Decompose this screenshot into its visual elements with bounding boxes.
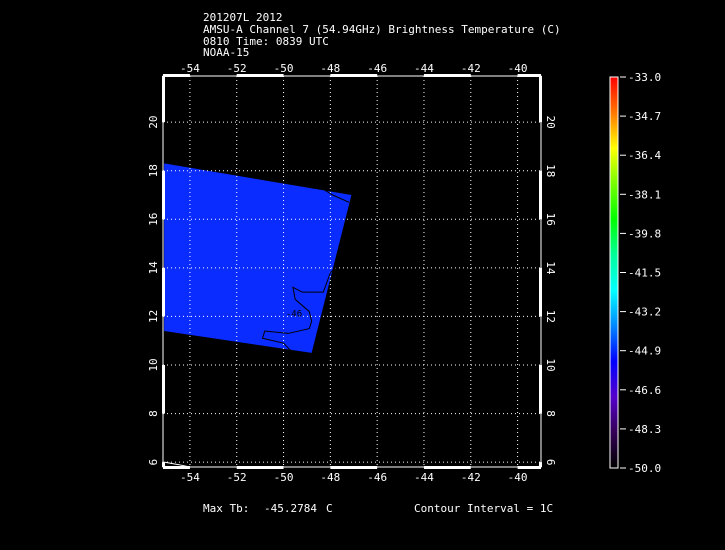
- y-tick-label-right: 6: [544, 459, 557, 466]
- x-tick-label-top: -46: [367, 62, 387, 75]
- colorbar-label: -46.6: [628, 384, 661, 397]
- axis-bar-bottom: [423, 466, 471, 469]
- colorbar-label: -36.4: [628, 149, 661, 162]
- x-tick-label-top: -52: [227, 62, 247, 75]
- x-tick-label-bottom: -40: [508, 471, 528, 484]
- axis-bar-bottom: [330, 466, 378, 469]
- colorbar-label: -43.2: [628, 306, 661, 319]
- y-tick-label-left: 6: [147, 459, 160, 466]
- x-tick-label-bottom: -46: [367, 471, 387, 484]
- y-tick-label-left: 10: [147, 358, 160, 371]
- y-tick-label-right: 18: [544, 164, 557, 177]
- x-tick-label-top: -48: [320, 62, 340, 75]
- y-tick-label-left: 16: [147, 213, 160, 226]
- x-tick-label-top: -40: [508, 62, 528, 75]
- axis-bar-bottom: [236, 466, 284, 469]
- axis-bar-left: [162, 267, 165, 317]
- colorbar-label: -38.1: [628, 188, 661, 201]
- axis-bar-left: [162, 170, 165, 220]
- axis-bar-right: [539, 170, 542, 220]
- y-tick-label-left: 12: [147, 310, 160, 323]
- colorbar-label: -33.0: [628, 71, 661, 84]
- y-tick-label-right: 14: [544, 261, 557, 275]
- axis-bar-right: [539, 267, 542, 317]
- y-tick-label-right: 12: [544, 310, 557, 323]
- axis-bar-bottom: [517, 466, 541, 469]
- y-tick-label-right: 8: [544, 410, 557, 417]
- colorbar-label: -50.0: [628, 462, 661, 475]
- x-tick-label-bottom: -52: [227, 471, 247, 484]
- axis-bar-left: [162, 365, 165, 414]
- axis-bar-right: [539, 365, 542, 414]
- y-tick-label-left: 18: [147, 164, 160, 177]
- max-tb-label: Max Tb:: [203, 502, 250, 515]
- colorbar: [609, 76, 619, 469]
- axis-bar-bottom: [163, 466, 190, 469]
- contour-interval: Contour Interval = 1C: [414, 502, 554, 515]
- y-tick-label-left: 14: [147, 261, 160, 275]
- y-tick-label-right: 10: [544, 358, 557, 371]
- y-tick-label-right: 16: [544, 213, 557, 226]
- map-plot: -46 -54 -54 -52 -52 -50 -50 -48 -48 -46 -46 -44 -44 -…: [147, 62, 661, 484]
- x-tick-label-top: -50: [274, 62, 294, 75]
- x-tick-label-bottom: -50: [274, 471, 294, 484]
- x-tick-label-top: -44: [414, 62, 434, 75]
- colorbar-label: -41.5: [628, 267, 661, 280]
- axis-bar-right: [539, 462, 542, 467]
- y-tick-label-left: 8: [147, 410, 160, 417]
- y-tick-label-right: 20: [544, 116, 557, 129]
- axis-bar-right: [539, 76, 542, 123]
- data-swath: [164, 163, 352, 353]
- axis-bar-left: [162, 76, 165, 123]
- max-tb-unit: C: [326, 502, 333, 515]
- colorbar-label: -39.8: [628, 227, 661, 240]
- x-tick-label-top: -42: [461, 62, 481, 75]
- colorbar-label: -48.3: [628, 423, 661, 436]
- max-tb-value: -45.2784: [264, 502, 317, 515]
- colorbar-label: -34.7: [628, 110, 661, 123]
- x-tick-label-bottom: -54: [180, 471, 200, 484]
- contour-label: -46: [286, 309, 302, 319]
- axis-bar-left: [162, 462, 165, 467]
- x-tick-label-top: -54: [180, 62, 200, 75]
- x-tick-label-bottom: -48: [320, 471, 340, 484]
- x-tick-label-bottom: -44: [414, 471, 434, 484]
- colorbar-label: -44.9: [628, 345, 661, 358]
- x-tick-label-bottom: -42: [461, 471, 481, 484]
- y-tick-label-left: 20: [147, 116, 160, 129]
